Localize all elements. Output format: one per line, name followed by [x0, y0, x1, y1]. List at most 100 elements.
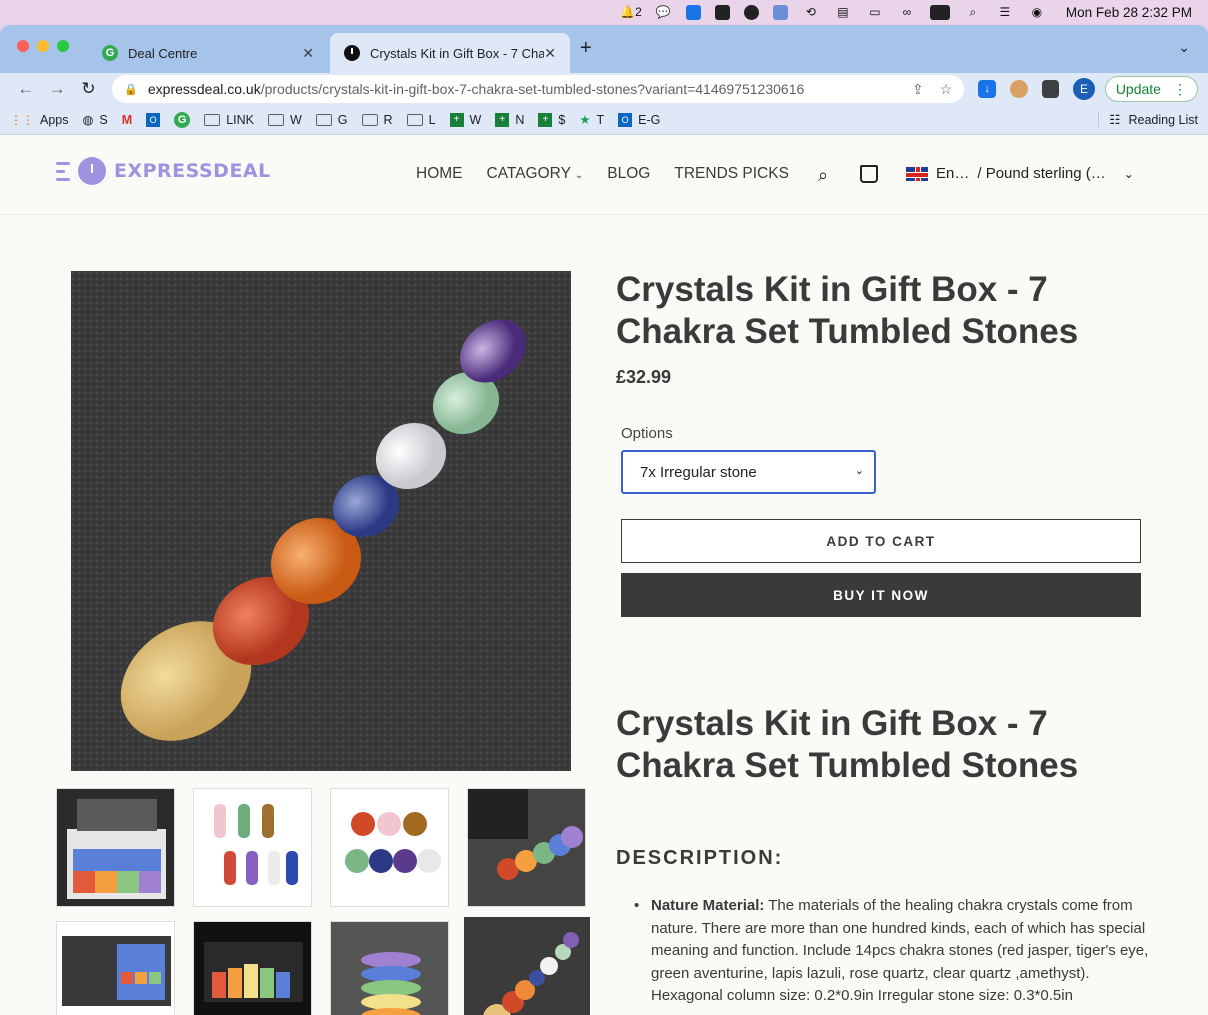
- thumbnail-4[interactable]: [467, 788, 586, 907]
- reading-list-label: Reading List: [1128, 112, 1199, 127]
- bookmark-n-sheet[interactable]: + N: [495, 112, 525, 127]
- bookmark-label: Apps: [40, 112, 69, 127]
- g-icon: G: [174, 111, 191, 128]
- bookmark-r[interactable]: R: [361, 113, 393, 127]
- tab-title: Crystals Kit in Gift Box - 7 Chal: [369, 45, 545, 61]
- wechat-icon[interactable]: 💬: [654, 5, 672, 19]
- siri-icon[interactable]: ◉: [1028, 5, 1046, 19]
- bookmark-w-sheet[interactable]: + W: [449, 112, 481, 127]
- bookmark-e-g[interactable]: O E-G: [618, 112, 660, 127]
- teamviewer-icon[interactable]: [685, 4, 701, 20]
- tab-deal-centre[interactable]: G Deal Centre ✕: [88, 33, 328, 73]
- profile-avatar[interactable]: E: [1073, 78, 1095, 100]
- thumbnail-5[interactable]: [56, 921, 175, 1015]
- spotlight-search-icon[interactable]: ⌕: [964, 5, 982, 19]
- back-button[interactable]: ←: [10, 79, 41, 99]
- forward-button[interactable]: →: [41, 79, 72, 99]
- bookmark-g-folder[interactable]: G: [315, 112, 348, 127]
- locale-language: En…: [936, 165, 970, 182]
- check-app-icon[interactable]: [714, 4, 730, 20]
- g-favicon-icon: G: [102, 45, 118, 61]
- star-icon[interactable]: ☆: [940, 81, 953, 98]
- lock-icon[interactable]: 🔒: [124, 83, 138, 96]
- close-tab-icon[interactable]: ✕: [544, 45, 556, 62]
- bookmark-label: G: [337, 112, 348, 127]
- clock-favicon-icon: [344, 45, 360, 61]
- nav-label: CATAGORY: [486, 165, 571, 182]
- update-button[interactable]: Update ⋮: [1104, 76, 1198, 102]
- star-green-icon: ★: [579, 113, 591, 127]
- menu-bar-clock[interactable]: Mon Feb 28 2:32 PM: [1066, 5, 1192, 20]
- cart-icon[interactable]: [860, 165, 878, 183]
- url-input[interactable]: 🔒 expressdeal.co.uk/products/crystals-ki…: [112, 75, 965, 103]
- nav-catagory[interactable]: CATAGORY ⌄: [487, 165, 584, 183]
- thumbnail-6[interactable]: [193, 921, 312, 1015]
- url-host: expressdeal.co.uk: [147, 81, 261, 97]
- extension-face-icon[interactable]: [1009, 80, 1028, 98]
- main-navigation: HOME CATAGORY ⌄ BLOG TRENDS PICKS: [416, 165, 789, 183]
- bookmark-label: T: [596, 112, 605, 127]
- close-tab-icon[interactable]: ✕: [302, 45, 314, 62]
- locale-selector[interactable]: En… / Pound sterling (… ⌄: [906, 165, 1134, 182]
- bookmark-label: W: [289, 112, 302, 127]
- close-window-button[interactable]: [17, 40, 29, 52]
- site-logo[interactable]: EXPRESSDEAL: [56, 157, 271, 185]
- bookmark-t[interactable]: ★ T: [579, 112, 605, 128]
- bookmark-outlook[interactable]: O: [146, 112, 161, 127]
- thumbnail-1[interactable]: [56, 788, 175, 907]
- shield-app-icon[interactable]: [743, 4, 759, 20]
- tab-strip: G Deal Centre ✕ Crystals Kit in Gift Box…: [0, 25, 1208, 73]
- screen-app-icon[interactable]: [772, 4, 788, 20]
- notification-count: 2: [635, 5, 642, 19]
- thumbnail-3[interactable]: [330, 788, 449, 907]
- folder-icon: [406, 113, 423, 126]
- bookmark-w[interactable]: W: [267, 112, 302, 127]
- link-icon[interactable]: ∞: [898, 5, 916, 19]
- browser-window: G Deal Centre ✕ Crystals Kit in Gift Box…: [0, 25, 1208, 1015]
- control-center-icon[interactable]: ☰: [996, 5, 1014, 19]
- thumbnail-8-selected[interactable]: [464, 917, 590, 1015]
- share-icon[interactable]: ⇪: [912, 81, 924, 98]
- bullet-bold-label: Nature Material:: [651, 897, 765, 914]
- search-icon[interactable]: ⌕: [818, 165, 828, 186]
- us-flag-icon[interactable]: ▤: [834, 5, 852, 19]
- bookmark-link[interactable]: LINK: [204, 113, 254, 127]
- buy-it-now-button[interactable]: BUY IT NOW: [621, 573, 1141, 617]
- chevron-down-icon[interactable]: ⌄: [1178, 39, 1190, 56]
- description-title: Crystals Kit in Gift Box - 7 Chakra Set …: [616, 704, 1079, 785]
- tab-crystals-kit[interactable]: Crystals Kit in Gift Box - 7 Chal ✕: [330, 33, 570, 73]
- nav-home[interactable]: HOME: [416, 165, 463, 183]
- thumbnail-7[interactable]: [330, 921, 449, 1015]
- thumbnail-2[interactable]: [193, 788, 312, 907]
- bookmark-l[interactable]: L: [406, 113, 436, 127]
- options-select[interactable]: 7x Irregular stone ⌄: [621, 450, 876, 494]
- battery-icon[interactable]: ▭: [866, 5, 884, 19]
- notification-icon[interactable]: 🔔 2: [620, 5, 642, 19]
- logo-clock-icon: [78, 157, 106, 185]
- keyboard-icon[interactable]: [929, 4, 950, 20]
- add-to-cart-button[interactable]: ADD TO CART: [621, 519, 1141, 563]
- bookmark-s[interactable]: ◍ S: [83, 112, 108, 128]
- selected-option: 7x Irregular stone: [640, 463, 757, 481]
- nav-trends-picks[interactable]: TRENDS PICKS: [674, 165, 789, 183]
- bookmark-apps[interactable]: ⋮⋮ Apps: [10, 113, 69, 127]
- bookmark-gmail[interactable]: M: [122, 113, 132, 127]
- download-icon[interactable]: ↓: [978, 80, 996, 98]
- folder-icon: [315, 113, 332, 126]
- nav-blog[interactable]: BLOG: [607, 165, 650, 183]
- minimize-window-button[interactable]: [37, 40, 49, 52]
- chevron-down-icon: ⌄: [574, 170, 584, 181]
- zoom-window-button[interactable]: [57, 40, 69, 52]
- address-bar: ← → ↻ 🔒 expressdeal.co.uk/products/cryst…: [0, 73, 1208, 105]
- bookmark-g[interactable]: G: [174, 111, 191, 128]
- bookmark-label: N: [515, 112, 525, 127]
- time-machine-icon[interactable]: ⟲: [802, 5, 820, 19]
- puzzle-extensions-icon[interactable]: [1041, 80, 1060, 98]
- reload-button[interactable]: ↻: [73, 79, 104, 99]
- web-page: EXPRESSDEAL HOME CATAGORY ⌄ BLOG TRENDS P…: [0, 135, 1208, 1015]
- bookmark-dollar-sheet[interactable]: + $: [538, 112, 565, 127]
- tab-title: Deal Centre: [128, 45, 198, 61]
- reading-list-button[interactable]: ☷ Reading List: [1098, 112, 1198, 127]
- new-tab-button[interactable]: +: [580, 37, 592, 60]
- product-main-image[interactable]: [71, 271, 571, 771]
